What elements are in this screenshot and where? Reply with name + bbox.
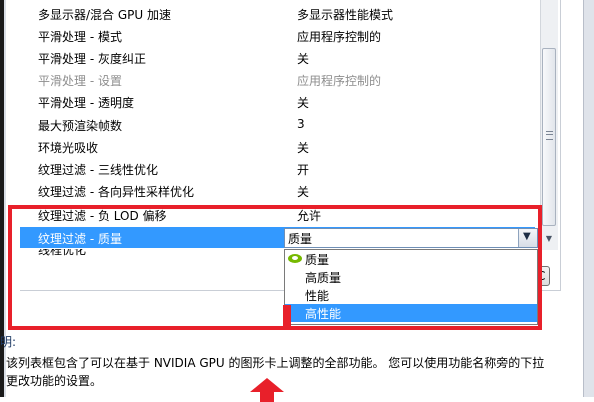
setting-name: 多显示器/混合 GPU 加速 — [38, 8, 171, 22]
setting-value: 关 — [297, 52, 310, 66]
window-frame-right — [583, 0, 594, 397]
setting-name: 环境光吸收 — [38, 141, 99, 155]
setting-row-max-prerender[interactable]: 最大预渲染帧数 3 — [20, 114, 535, 136]
setting-name: 纹理过滤 - 三线性优化 — [38, 163, 158, 177]
settings-scrollbar[interactable]: ▼ — [540, 0, 558, 250]
setting-name: 平滑处理 - 透明度 — [38, 96, 134, 110]
setting-name: 平滑处理 - 模式 — [38, 30, 122, 44]
setting-name: 纹理过滤 - 各向异性采样优化 — [38, 185, 194, 199]
setting-row-trilinear-opt[interactable]: 纹理过滤 - 三线性优化 开 — [20, 158, 535, 180]
setting-row-aa-transparency[interactable]: 平滑处理 - 透明度 关 — [20, 91, 535, 113]
setting-row-ambient-occlusion[interactable]: 环境光吸收 关 — [20, 136, 535, 158]
setting-value: 关 — [297, 96, 310, 110]
setting-value: 关 — [297, 141, 310, 155]
description-text-line1: 该列表框包含了可以在基于 NVIDIA GPU 的图形卡上调整的全部功能。 您可… — [6, 356, 545, 370]
scroll-down-arrow-icon[interactable]: ▼ — [542, 232, 556, 246]
setting-value: 应用程序控制的 — [297, 30, 382, 44]
annotation-highlight-box — [8, 205, 542, 330]
grip-icon — [546, 131, 553, 140]
description-text-line2: 更改功能的设置。 — [6, 374, 103, 388]
setting-row-aa-gamma[interactable]: 平滑处理 - 灰度纠正 关 — [20, 47, 535, 69]
setting-row-anisotropic-opt[interactable]: 纹理过滤 - 各向异性采样优化 关 — [20, 180, 535, 202]
setting-value: 开 — [297, 163, 310, 177]
scrollbar-thumb[interactable] — [542, 48, 556, 226]
setting-name: 最大预渲染帧数 — [38, 119, 123, 133]
annotation-arrow-icon — [250, 378, 284, 402]
setting-value: 应用程序控制的 — [297, 74, 382, 88]
setting-row-multi-display[interactable]: 多显示器/混合 GPU 加速 多显示器性能模式 — [20, 3, 535, 25]
setting-name: 平滑处理 - 灰度纠正 — [38, 52, 146, 66]
setting-value: 3 — [297, 117, 305, 131]
setting-row-aa-setting: 平滑处理 - 设置 应用程序控制的 — [20, 69, 535, 91]
description-label: 明: — [0, 335, 17, 349]
setting-value: 多显示器性能模式 — [297, 8, 394, 22]
setting-name: 平滑处理 - 设置 — [38, 74, 122, 88]
setting-row-aa-mode[interactable]: 平滑处理 - 模式 应用程序控制的 — [20, 25, 535, 47]
setting-value: 关 — [297, 185, 310, 199]
